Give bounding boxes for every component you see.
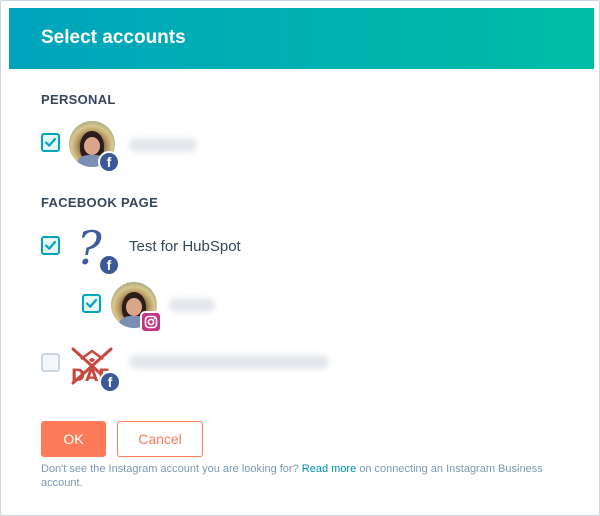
page-name-test-for-hubspot: Test for HubSpot (129, 238, 241, 255)
checkmark-icon (44, 137, 57, 147)
instagram-help-note: Don't see the Instagram account you are … (41, 462, 561, 490)
modal-title: Select accounts (41, 27, 186, 48)
facebook-icon: f (98, 151, 120, 173)
cancel-button[interactable]: Cancel (117, 421, 203, 457)
facebook-icon: f (99, 371, 121, 393)
modal-header: Select accounts (9, 8, 594, 69)
facebook-icon: f (98, 254, 120, 276)
personal-account-name-blurred (129, 138, 197, 152)
instagram-icon (140, 311, 162, 333)
personal-account-checkbox[interactable] (41, 133, 60, 152)
other-page-name-blurred (129, 355, 329, 369)
read-more-link[interactable]: Read more (302, 463, 356, 475)
section-label-personal: PERSONAL (41, 92, 116, 107)
select-accounts-modal: Select accounts PERSONAL f FACEBOOK PAGE… (0, 0, 600, 516)
page-other-checkbox[interactable] (41, 353, 60, 372)
checkmark-icon (44, 240, 57, 250)
section-label-facebook-page: FACEBOOK PAGE (41, 195, 159, 210)
page-test-for-hubspot-checkbox[interactable] (41, 236, 60, 255)
instagram-account-name-blurred (169, 298, 215, 312)
checkmark-icon (85, 298, 98, 308)
ok-button[interactable]: OK (41, 421, 106, 457)
help-text-before: Don't see the Instagram account you are … (41, 463, 299, 475)
instagram-account-checkbox[interactable] (82, 294, 101, 313)
